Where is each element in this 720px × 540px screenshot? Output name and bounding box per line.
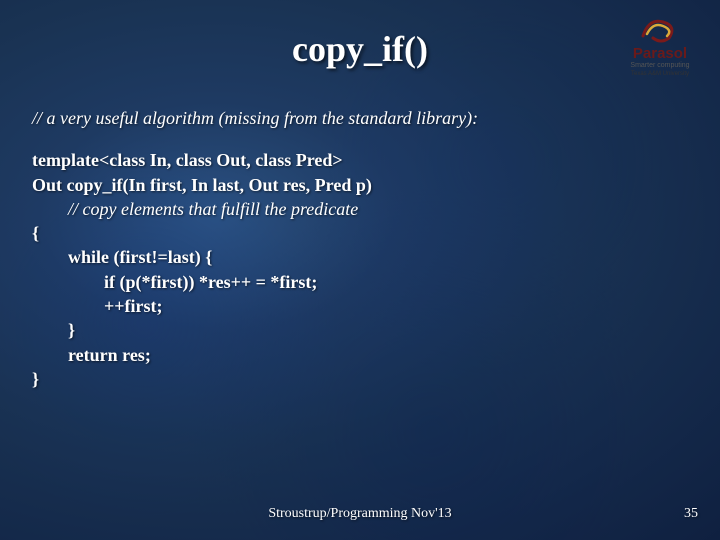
logo-university: Texas A&M University — [614, 71, 706, 77]
slide-body: // a very useful algorithm (missing from… — [32, 106, 688, 391]
logo-block: Parasol Smarter computing Texas A&M Univ… — [614, 14, 706, 77]
code-line: while (first!=last) { — [32, 247, 212, 267]
intro-comment: // a very useful algorithm (missing from… — [32, 106, 688, 130]
code-line: ++first; — [32, 296, 163, 316]
code-line: template<class In, class Out, class Pred… — [32, 150, 343, 170]
footer-text: Stroustrup/Programming Nov'13 — [0, 506, 720, 522]
code-line: if (p(*first)) *res++ = *first; — [32, 272, 317, 292]
parasol-logo-icon — [639, 14, 681, 44]
code-line: Out copy_if(In first, In last, Out res, … — [32, 175, 372, 195]
logo-brand: Parasol — [614, 46, 706, 61]
slide: copy_if() Parasol Smarter computing Texa… — [0, 0, 720, 540]
code-line: } — [32, 320, 75, 340]
logo-tagline: Smarter computing — [614, 62, 706, 70]
code-line: } — [32, 369, 39, 389]
code-line: return res; — [32, 345, 151, 365]
slide-title: copy_if() — [0, 28, 720, 70]
page-number: 35 — [684, 506, 698, 522]
code-block: template<class In, class Out, class Pred… — [32, 148, 688, 391]
code-line: { — [32, 223, 39, 243]
code-comment: // copy elements that fulfill the predic… — [32, 199, 358, 219]
